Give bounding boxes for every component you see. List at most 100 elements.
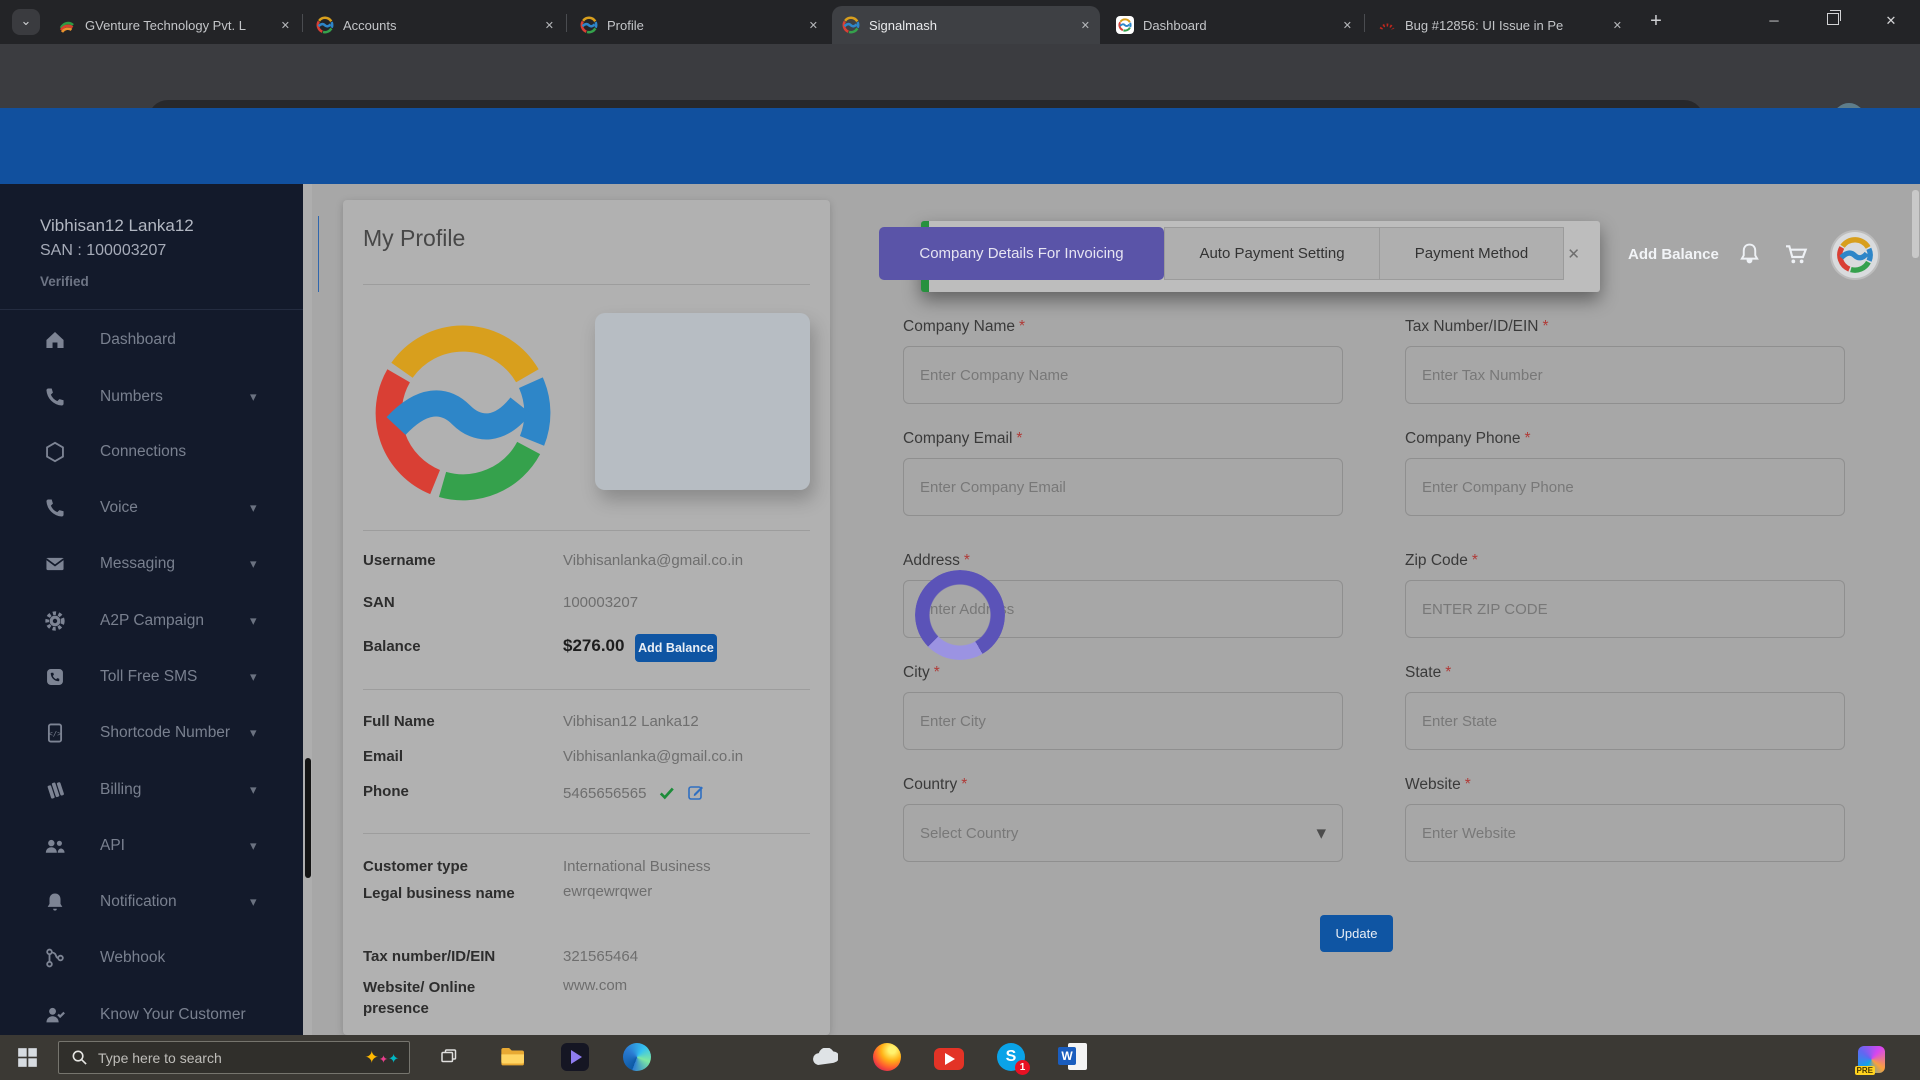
skype-icon[interactable]: S1	[995, 1041, 1027, 1073]
state-input[interactable]	[1405, 692, 1845, 750]
windows-taskbar: Type here to search ✦✦✦ S1 W Live	[0, 1035, 1920, 1080]
tab-close-icon[interactable]: ✕	[545, 19, 554, 32]
tab-close-icon[interactable]: ✕	[809, 19, 818, 32]
firefox-icon[interactable]	[871, 1041, 903, 1073]
tab-search-button[interactable]: ⌄	[12, 9, 40, 35]
company-email-input[interactable]	[903, 458, 1343, 516]
user-verified-badge: Verified	[40, 274, 194, 289]
file-code-icon: </>	[44, 722, 66, 744]
city-input[interactable]	[903, 692, 1343, 750]
cart-icon[interactable]	[1784, 243, 1808, 272]
sidebar-item-label: Notification	[100, 893, 177, 911]
tab-close-icon[interactable]: ✕	[1613, 19, 1622, 32]
sidebar-item-label: Billing	[100, 781, 141, 799]
sidebar-item-a2p-campaign[interactable]: A2P Campaign ▾	[0, 601, 304, 641]
phone-icon	[44, 497, 66, 519]
sidebar-scrollbar-track[interactable]	[303, 184, 312, 1035]
sidebar-scrollbar-thumb[interactable]	[305, 758, 311, 878]
new-tab-button[interactable]: +	[1642, 8, 1670, 36]
detail-value: ewrqewrqwer	[563, 883, 652, 900]
sidebar-item-label: Messaging	[100, 555, 175, 573]
sidebar-item-toll-free-sms[interactable]: Toll Free SMS ▾	[0, 657, 304, 697]
field-label: City*	[903, 664, 1343, 682]
tab-company-details[interactable]: Company Details For Invoicing	[879, 227, 1164, 280]
branch-icon	[44, 947, 66, 969]
notifications-bell-icon[interactable]	[1738, 242, 1761, 270]
add-balance-button[interactable]: Add Balance	[635, 634, 717, 662]
update-button[interactable]: Update	[1320, 915, 1393, 952]
profile-image-upload-area[interactable]	[595, 313, 810, 490]
website-input[interactable]	[1405, 804, 1845, 862]
field-label: Address*	[903, 552, 1343, 570]
browser-tab-signalmash-active[interactable]: Signalmash ✕	[832, 6, 1100, 44]
detail-value: Vibhisan12 Lanka12	[563, 713, 699, 730]
tab-close-icon[interactable]: ✕	[281, 19, 290, 32]
svg-text:</>: </>	[48, 729, 62, 738]
browser-tab-strip: ⌄ GVenture Technology Pvt. L ✕ Accounts …	[0, 0, 1920, 44]
company-phone-input[interactable]	[1405, 458, 1845, 516]
tab-close-icon[interactable]: ✕	[1081, 19, 1090, 32]
chevron-down-icon: ▾	[250, 838, 257, 854]
onedrive-icon[interactable]	[808, 1041, 840, 1073]
field-label: Company Name*	[903, 318, 1343, 336]
required-asterisk: *	[934, 664, 940, 681]
start-button[interactable]	[11, 1041, 43, 1073]
taskbar-search-box[interactable]: Type here to search ✦✦✦	[58, 1041, 410, 1074]
signalmash-favicon	[580, 16, 598, 34]
sidebar-item-messaging[interactable]: Messaging ▾	[0, 544, 304, 584]
browser-tab-gventure[interactable]: GVenture Technology Pvt. L ✕	[48, 6, 300, 44]
country-select[interactable]: Select Country▾	[903, 804, 1343, 862]
required-asterisk: *	[1465, 776, 1471, 793]
envelope-icon	[44, 553, 66, 575]
youtube-icon[interactable]	[933, 1043, 965, 1075]
browser-tab-accounts[interactable]: Accounts ✕	[306, 6, 564, 44]
word-icon[interactable]: W	[1057, 1041, 1089, 1073]
sidebar-item-webhook[interactable]: Webhook	[0, 938, 304, 978]
sidebar-item-voice[interactable]: Voice ▾	[0, 488, 304, 528]
sidebar-item-label: Dashboard	[100, 331, 176, 349]
signalmash-favicon	[316, 16, 334, 34]
sidebar-item-label: Voice	[100, 499, 138, 517]
sidebar-item-billing[interactable]: Billing ▾	[0, 770, 304, 810]
search-highlights-icon[interactable]: ✦✦✦	[365, 1048, 399, 1068]
window-minimize-button[interactable]: ─	[1745, 0, 1803, 42]
tab-payment-method[interactable]: Payment Method	[1379, 227, 1564, 280]
sidebar-item-connections[interactable]: Connections	[0, 432, 304, 472]
phone-square-icon	[44, 666, 66, 688]
sidebar-item-label: A2P Campaign	[100, 612, 204, 630]
page-scrollbar-thumb[interactable]	[1912, 190, 1919, 258]
browser-tab-profile[interactable]: Profile ✕	[570, 6, 828, 44]
user-avatar[interactable]	[1832, 232, 1878, 278]
copilot-icon[interactable]: PRE	[1855, 1043, 1887, 1075]
file-explorer-icon[interactable]	[497, 1041, 529, 1073]
sidebar-item-know-your-customer[interactable]: Know Your Customer	[0, 995, 304, 1035]
my-profile-card: My Profile Username Vibhisanlanka@gmail.…	[343, 200, 830, 1035]
window-restore-button[interactable]	[1804, 0, 1862, 42]
edit-phone-icon[interactable]	[687, 783, 705, 801]
browser-tab-bug[interactable]: Bug #12856: UI Issue in Pe ✕	[1368, 6, 1632, 44]
tab-auto-payment[interactable]: Auto Payment Setting	[1164, 227, 1380, 280]
tab-title: Accounts	[343, 18, 537, 33]
chevron-down-icon: ▾	[250, 894, 257, 910]
task-view-button[interactable]	[433, 1041, 465, 1073]
required-asterisk: *	[1524, 430, 1530, 447]
sidebar-item-shortcode-number[interactable]: </> Shortcode Number ▾	[0, 713, 304, 753]
sidebar-item-api[interactable]: API ▾	[0, 826, 304, 866]
company-name-input[interactable]	[903, 346, 1343, 404]
edge-browser-icon[interactable]	[621, 1041, 653, 1073]
browser-tab-dashboard[interactable]: Dashboard ✕	[1106, 6, 1362, 44]
media-player-icon[interactable]	[559, 1041, 591, 1073]
tax-number-input[interactable]	[1405, 346, 1845, 404]
field-company-name: Company Name*	[903, 318, 1343, 404]
sidebar-item-notification[interactable]: Notification ▾	[0, 882, 304, 922]
window-close-button[interactable]: ✕	[1862, 0, 1920, 42]
field-website: Website*	[1405, 776, 1845, 862]
field-label: Country*	[903, 776, 1343, 794]
sidebar-item-numbers[interactable]: Numbers ▾	[0, 377, 304, 417]
sidebar-item-dashboard[interactable]: Dashboard	[0, 320, 304, 360]
header-add-balance-link[interactable]: Add Balance	[1628, 246, 1719, 263]
divider	[363, 284, 810, 285]
tab-close-icon[interactable]: ✕	[1343, 19, 1352, 32]
toast-close-icon[interactable]: ✕	[1567, 245, 1580, 263]
zip-code-input[interactable]	[1405, 580, 1845, 638]
